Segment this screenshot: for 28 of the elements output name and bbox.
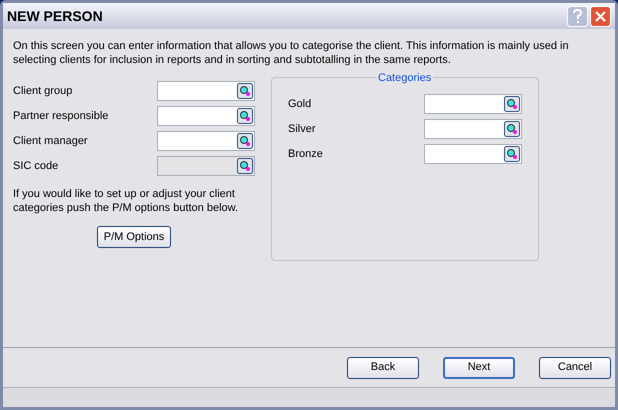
lookup-icon[interactable] bbox=[504, 146, 520, 162]
field-label: Client group bbox=[13, 84, 72, 99]
hint-text: If you would like to set up or adjust your client categories push the P/M options button below. bbox=[13, 187, 240, 215]
intro-text: On this screen you can enter information that allows you to categorise the client. This information is mainly used in selecting clients for inclusion in reports and in sorting and subtotalling in the same reports. bbox=[13, 39, 570, 67]
lookup-field[interactable] bbox=[157, 106, 255, 126]
dialog-button[interactable]: Next bbox=[443, 356, 515, 378]
field-label: Silver bbox=[288, 122, 316, 137]
lookup-field[interactable] bbox=[424, 94, 522, 114]
lookup-icon[interactable] bbox=[504, 121, 520, 137]
lookup-field[interactable] bbox=[424, 119, 522, 139]
lookup-field[interactable] bbox=[157, 81, 255, 101]
close-icon[interactable] bbox=[590, 6, 611, 26]
group-title: Categories bbox=[376, 70, 434, 86]
field-label: SIC code bbox=[13, 158, 58, 174]
field-label: Partner responsible bbox=[13, 108, 108, 124]
window-title: NEW PERSON bbox=[7, 6, 103, 26]
lookup-field[interactable] bbox=[424, 144, 522, 164]
options-button[interactable]: P/M Options bbox=[96, 226, 172, 248]
field-label: Bronze bbox=[288, 146, 323, 162]
lookup-icon[interactable] bbox=[504, 96, 520, 112]
lookup-icon[interactable] bbox=[237, 108, 253, 124]
lookup-field[interactable] bbox=[157, 131, 255, 151]
dialog-button[interactable]: Cancel bbox=[539, 356, 611, 378]
lookup-icon[interactable] bbox=[237, 83, 253, 99]
lookup-icon[interactable] bbox=[237, 133, 253, 149]
dialog-button[interactable]: Back bbox=[347, 356, 419, 378]
field-label: Gold bbox=[288, 96, 312, 112]
field-label: Client manager bbox=[13, 134, 88, 149]
